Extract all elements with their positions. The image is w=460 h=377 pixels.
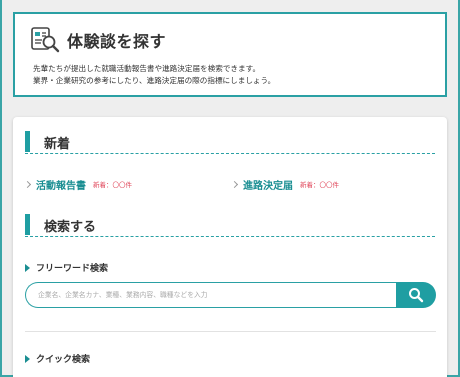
intro-line: 業界・企業研究の参考にしたり、進路決定届の際の指標にしましょう。 <box>33 76 276 85</box>
news-count-badge: 新着：〇〇件 <box>93 181 132 189</box>
report-search-icon <box>31 27 60 53</box>
intro-description: 先輩たちが提出した就職活動報告書や進路決定届を検索できます。 業界・企業研究の参… <box>33 63 443 87</box>
search-section-header: 検索する <box>25 214 435 237</box>
freeword-search-title: フリーワード検索 <box>36 264 109 274</box>
news-career-decision-link[interactable]: 進路決定届 新着：〇〇件 <box>230 177 339 192</box>
section-accent-bar <box>25 214 30 235</box>
freeword-search-input[interactable] <box>25 282 410 308</box>
section-accent-bar <box>25 131 30 152</box>
page-title: 体験談を探す <box>67 32 167 51</box>
intro-box: 体験談を探す 先輩たちが提出した就職活動報告書や進路決定届を検索できます。 業界… <box>13 12 447 97</box>
news-activity-report-link[interactable]: 活動報告書 新着：〇〇件 <box>23 177 132 192</box>
news-section-header: 新着 <box>25 131 435 154</box>
triangle-right-icon <box>25 263 30 272</box>
search-section-title: 検索する <box>44 220 97 235</box>
chevron-right-icon <box>230 180 239 188</box>
intro-line: 先輩たちが提出した就職活動報告書や進路決定届を検索できます。 <box>33 64 261 73</box>
quick-search-toggle[interactable]: クイック検索 <box>25 352 90 365</box>
news-item-label: 進路決定届 <box>243 180 293 192</box>
quick-search-title: クイック検索 <box>36 355 91 365</box>
news-section-title: 新着 <box>44 137 71 152</box>
freeword-search-form <box>25 282 436 308</box>
news-item-label: 活動報告書 <box>36 180 86 192</box>
chevron-right-icon <box>23 180 32 188</box>
main-card: 新着 活動報告書 新着：〇〇件 進路決定届 新着：〇〇件 検索する フリーワード… <box>13 117 447 377</box>
search-icon <box>409 288 424 303</box>
news-count-badge: 新着：〇〇件 <box>300 181 339 189</box>
search-button[interactable] <box>396 282 436 308</box>
divider <box>25 331 436 332</box>
triangle-right-icon <box>25 354 30 363</box>
freeword-search-heading: フリーワード検索 <box>25 261 108 274</box>
